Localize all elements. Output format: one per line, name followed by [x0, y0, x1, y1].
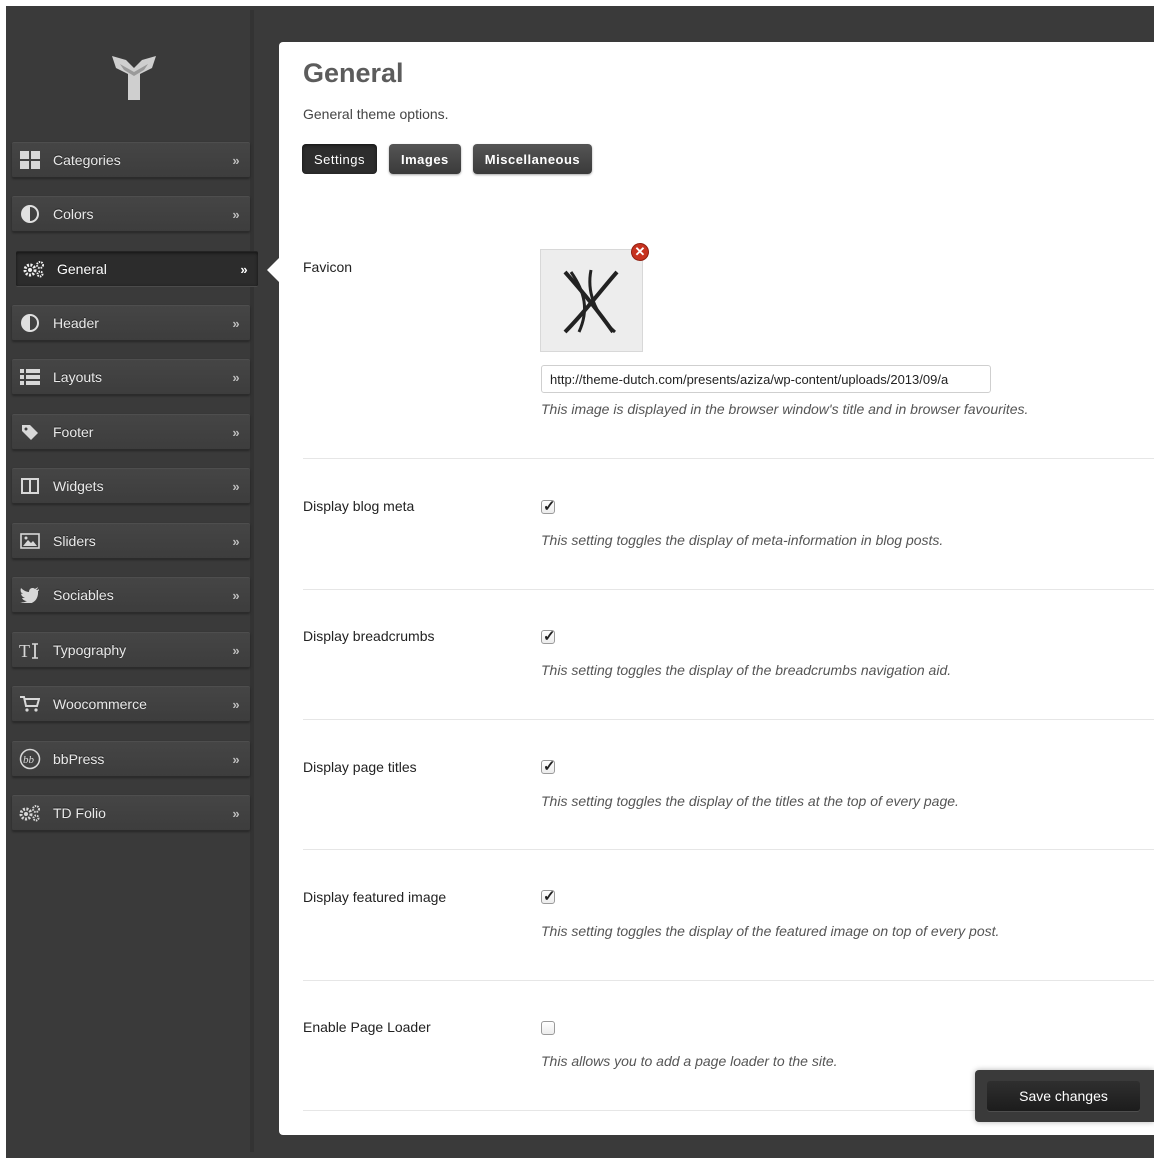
sidebar-item-label: Sliders	[53, 533, 96, 549]
sidebar-item-label: Woocommerce	[53, 696, 147, 712]
sidebar-edge	[250, 10, 254, 1152]
divider	[303, 719, 1154, 720]
divider	[303, 980, 1154, 981]
divider	[303, 589, 1154, 590]
sidebar-item-typography[interactable]: T Typography »	[12, 632, 250, 668]
list-icon	[19, 366, 41, 388]
contrast-icon	[19, 203, 41, 225]
chevron-right-icon: »	[232, 533, 240, 549]
setting-label: Display page titles	[303, 759, 417, 775]
gears-icon	[23, 258, 45, 280]
setting-description: This setting toggles the display of meta…	[541, 532, 944, 548]
theme-logo	[112, 56, 156, 100]
sidebar-item-label: Colors	[53, 206, 94, 222]
main-panel: General General theme options. Settings …	[279, 42, 1154, 1135]
setting-label: Display blog meta	[303, 498, 415, 514]
sidebar-item-label: General	[57, 261, 107, 277]
divider	[303, 849, 1154, 850]
divider	[303, 458, 1154, 459]
sidebar-item-categories[interactable]: Categories »	[12, 142, 250, 178]
remove-favicon-icon[interactable]: ✕	[631, 243, 649, 261]
sidebar-item-label: Categories	[53, 152, 121, 168]
page-loader-checkbox[interactable]	[541, 1021, 555, 1035]
save-bar: Save changes	[975, 1070, 1154, 1122]
sidebar-item-general[interactable]: General »	[16, 251, 258, 287]
chevron-right-icon: »	[232, 478, 240, 494]
breadcrumbs-checkbox[interactable]	[541, 627, 556, 645]
favicon-url-input[interactable]	[541, 365, 991, 393]
setting-description: This setting toggles the display of the …	[541, 923, 1000, 939]
chevron-right-icon: »	[232, 642, 240, 658]
chevron-right-icon: »	[232, 152, 240, 168]
sidebar-item-label: bbPress	[53, 751, 105, 767]
sidebar-item-label: Layouts	[53, 369, 103, 385]
favicon-image	[563, 269, 619, 334]
cart-icon	[19, 693, 41, 715]
chevron-right-icon: »	[232, 315, 240, 331]
save-changes-button[interactable]: Save changes	[987, 1081, 1140, 1111]
tag-icon	[19, 421, 41, 443]
chevron-right-icon: »	[232, 206, 240, 222]
sidebar-item-td-folio[interactable]: TD Folio »	[12, 795, 250, 831]
tab-bar: Settings Images Miscellaneous	[302, 144, 593, 174]
chevron-right-icon: »	[232, 805, 240, 821]
page-title: General	[303, 58, 404, 88]
sidebar-item-label: Footer	[53, 424, 94, 440]
setting-label: Display featured image	[303, 889, 447, 905]
sidebar-item-woocommerce[interactable]: Woocommerce »	[12, 686, 250, 722]
sidebar-item-label: Sociables	[53, 587, 114, 603]
sidebar-item-sliders[interactable]: Sliders »	[12, 523, 250, 559]
sidebar-item-label: Header	[53, 315, 99, 331]
page-subtitle: General theme options.	[303, 106, 449, 122]
sidebar-item-label: TD Folio	[53, 805, 106, 821]
chevron-right-icon: »	[232, 751, 240, 767]
image-icon	[19, 530, 41, 552]
sidebar-item-label: Typography	[53, 642, 127, 658]
grid-icon	[19, 149, 41, 171]
favicon-label: Favicon	[303, 259, 353, 275]
active-pointer	[267, 258, 279, 282]
sidebar-item-colors[interactable]: Colors »	[12, 196, 250, 232]
sidebar-item-label: Widgets	[53, 478, 104, 494]
setting-description: This setting toggles the display of the …	[541, 793, 959, 809]
chevron-right-icon: »	[232, 587, 240, 603]
setting-description: This allows you to add a page loader to …	[541, 1053, 838, 1069]
blog-meta-checkbox[interactable]	[541, 497, 556, 515]
svg-text:bb: bb	[23, 754, 35, 766]
chevron-right-icon: »	[232, 696, 240, 712]
tab-miscellaneous[interactable]: Miscellaneous	[472, 144, 593, 174]
favicon-preview	[540, 249, 643, 352]
svg-text:T: T	[19, 641, 30, 659]
sidebar-item-header[interactable]: Header »	[12, 305, 250, 341]
columns-icon	[19, 475, 41, 497]
tab-settings[interactable]: Settings	[302, 144, 377, 174]
sidebar-item-footer[interactable]: Footer »	[12, 414, 250, 450]
sidebar-item-widgets[interactable]: Widgets »	[12, 468, 250, 504]
favicon-description: This image is displayed in the browser w…	[541, 401, 1029, 417]
chevron-right-icon: »	[232, 369, 240, 385]
sidebar-item-sociables[interactable]: Sociables »	[12, 577, 250, 613]
gears-icon	[19, 802, 41, 824]
contrast-icon	[19, 312, 41, 334]
chevron-right-icon: »	[240, 261, 248, 277]
setting-label: Display breadcrumbs	[303, 628, 435, 644]
tab-images[interactable]: Images	[388, 144, 461, 174]
twitter-bird-icon	[19, 584, 41, 606]
sidebar-item-bbpress[interactable]: bb bbPress »	[12, 741, 250, 777]
sidebar-item-layouts[interactable]: Layouts »	[12, 359, 250, 395]
setting-description: This setting toggles the display of the …	[541, 662, 952, 678]
chevron-right-icon: »	[232, 424, 240, 440]
page-titles-checkbox[interactable]	[541, 757, 556, 775]
featured-image-checkbox[interactable]	[541, 887, 556, 905]
typography-icon: T	[19, 639, 41, 661]
setting-label: Enable Page Loader	[303, 1019, 431, 1035]
bbpress-icon: bb	[19, 748, 41, 770]
